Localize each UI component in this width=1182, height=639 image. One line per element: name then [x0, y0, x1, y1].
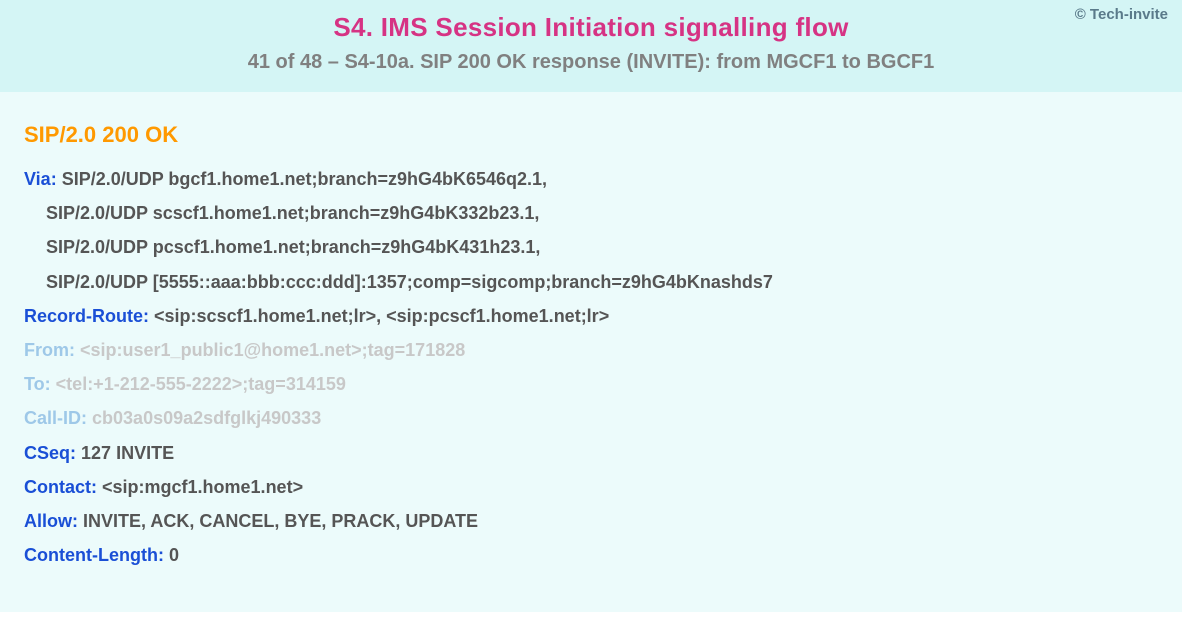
header-name-contact: Contact [24, 477, 91, 497]
header-value-call-id: cb03a0s09a2sdfglkj490333 [92, 408, 321, 428]
page-subtitle: 41 of 48 – S4-10a. SIP 200 OK response (… [20, 51, 1162, 74]
sip-header-via: Via: SIP/2.0/UDP bgcf1.home1.net;branch=… [24, 162, 1158, 196]
sip-status-line: SIP/2.0 200 OK [24, 122, 1158, 148]
header-name-from: From [24, 340, 69, 360]
header-value-via-0: SIP/2.0/UDP bgcf1.home1.net;branch=z9hG4… [62, 169, 547, 189]
header-name-to: To [24, 374, 45, 394]
sip-header-from: From: <sip:user1_public1@home1.net>;tag=… [24, 333, 1158, 367]
sip-header-via-cont-1: SIP/2.0/UDP scscf1.home1.net;branch=z9hG… [24, 196, 1158, 230]
header-value-allow: INVITE, ACK, CANCEL, BYE, PRACK, UPDATE [83, 511, 478, 531]
header-value-from: <sip:user1_public1@home1.net>;tag=171828 [80, 340, 465, 360]
sip-header-call-id: Call-ID: cb03a0s09a2sdfglkj490333 [24, 401, 1158, 435]
sip-header-via-cont-3: SIP/2.0/UDP [5555::aaa:bbb:ccc:ddd]:1357… [24, 265, 1158, 299]
header-value-via-3: SIP/2.0/UDP [5555::aaa:bbb:ccc:ddd]:1357… [46, 272, 773, 292]
header-value-cseq: 127 INVITE [81, 443, 174, 463]
header-name-cseq: CSeq [24, 443, 70, 463]
header-value-via-1: SIP/2.0/UDP scscf1.home1.net;branch=z9hG… [46, 203, 539, 223]
page-title: S4. IMS Session Initiation signalling fl… [20, 12, 1162, 43]
header-name-allow: Allow [24, 511, 72, 531]
header-band: © Tech-invite S4. IMS Session Initiation… [0, 0, 1182, 92]
header-name-content-length: Content-Length [24, 545, 158, 565]
header-value-content-length: 0 [169, 545, 179, 565]
header-name-call-id: Call-ID [24, 408, 81, 428]
sip-header-record-route: Record-Route: <sip:scscf1.home1.net;lr>,… [24, 299, 1158, 333]
header-value-to: <tel:+1-212-555-2222>;tag=314159 [56, 374, 346, 394]
sip-header-via-cont-2: SIP/2.0/UDP pcscf1.home1.net;branch=z9hG… [24, 230, 1158, 264]
header-value-record-route: <sip:scscf1.home1.net;lr>, <sip:pcscf1.h… [154, 306, 609, 326]
sip-message-panel: SIP/2.0 200 OK Via: SIP/2.0/UDP bgcf1.ho… [0, 92, 1182, 612]
header-name-via: Via [24, 169, 51, 189]
copyright-notice: © Tech-invite [1075, 6, 1168, 23]
sip-header-allow: Allow: INVITE, ACK, CANCEL, BYE, PRACK, … [24, 504, 1158, 538]
sip-header-content-length: Content-Length: 0 [24, 538, 1158, 572]
header-name-record-route: Record-Route [24, 306, 143, 326]
header-value-contact: <sip:mgcf1.home1.net> [102, 477, 303, 497]
sip-header-contact: Contact: <sip:mgcf1.home1.net> [24, 470, 1158, 504]
sip-header-cseq: CSeq: 127 INVITE [24, 436, 1158, 470]
header-value-via-2: SIP/2.0/UDP pcscf1.home1.net;branch=z9hG… [46, 237, 540, 257]
sip-header-to: To: <tel:+1-212-555-2222>;tag=314159 [24, 367, 1158, 401]
